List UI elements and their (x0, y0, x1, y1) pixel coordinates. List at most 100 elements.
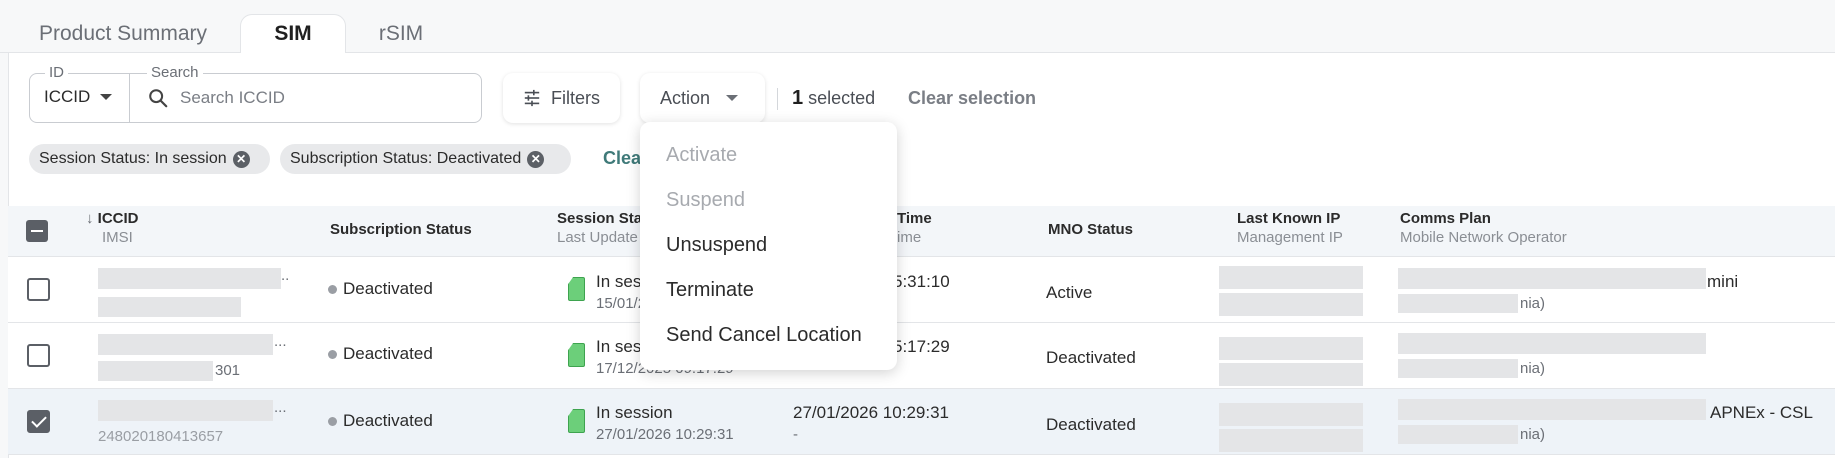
iccid-ellipsis: .. (281, 267, 290, 284)
sliders-icon (524, 89, 540, 107)
chip-remove-icon[interactable]: ✕ (527, 150, 545, 168)
status-dot-icon (328, 417, 337, 427)
mno-status: Deactivated (1046, 415, 1136, 434)
column-session-label: Session Sta (557, 210, 643, 227)
sort-arrow-icon: ↓ (86, 210, 94, 227)
filters-button[interactable]: Filters (503, 73, 620, 123)
chip-label: Subscription Status: Deactivated (290, 150, 522, 167)
sim-card-icon (568, 277, 585, 301)
selected-label: selected (808, 88, 876, 108)
comms-plan-tail: APNEx - CSL (1710, 403, 1813, 422)
chip-remove-icon[interactable]: ✕ (232, 150, 250, 168)
time-value: 5:31:10 (893, 272, 950, 291)
subscription-status-text: Deactivated (343, 279, 433, 298)
subscription-status-text: Deactivated (343, 344, 433, 363)
filter-chip-subscription-status: Subscription Status: Deactivated ✕ (280, 144, 571, 174)
mno-status: Deactivated (1046, 348, 1136, 367)
menu-item-activate: Activate (666, 144, 738, 166)
status-dot-icon (328, 285, 337, 295)
session-last-update: 15/01/2 (596, 295, 647, 312)
column-time-label: Time (897, 210, 932, 227)
mno-status: Active (1046, 283, 1093, 302)
select-all-checkbox[interactable] (26, 220, 48, 242)
column-header-time[interactable]: Time ime (897, 210, 932, 246)
subscription-status: Deactivated (328, 411, 433, 431)
filters-label: Filters (551, 87, 600, 108)
iccid-ellipsis: ... (274, 399, 287, 416)
table-row[interactable]: ... 248020180413657 Deactivated In sessi… (8, 389, 1835, 455)
clear-selection-button[interactable]: Clear selection (908, 88, 1036, 109)
id-type-value: ICCID (44, 87, 91, 106)
tab-rsim[interactable]: rSIM (356, 14, 446, 54)
id-search-field: ID Search ICCID (29, 64, 482, 123)
menu-item-suspend: Suspend (666, 189, 745, 211)
column-header-last-known-ip[interactable]: Last Known IP Management IP (1237, 210, 1343, 246)
sim-card-icon (568, 409, 585, 433)
session-status: In session (596, 403, 673, 422)
table-row[interactable]: ... 301 Deactivated In sess 17/12/2025 0… (8, 323, 1835, 389)
redacted-operator (1398, 359, 1518, 378)
filter-chip-session-status: Session Status: In session ✕ (29, 144, 270, 174)
operator-tail: nia) (1520, 295, 1546, 312)
iccid-ellipsis: ... (274, 333, 287, 350)
redacted-comms-plan (1398, 399, 1706, 420)
sim-card-icon (568, 343, 585, 367)
tab-product-summary[interactable]: Product Summary (18, 14, 228, 54)
redacted-iccid (98, 400, 273, 421)
redacted-iccid (98, 334, 273, 355)
tab-bar: Product Summary SIM rSIM (0, 0, 1835, 54)
row-checkbox[interactable] (27, 410, 50, 433)
column-header-mno-status[interactable]: MNO Status (1048, 221, 1133, 238)
tab-sim[interactable]: SIM (240, 14, 346, 54)
imsi-value: 248020180413657 (98, 428, 224, 445)
operator-tail: nia) (1520, 360, 1546, 377)
redacted-comms-plan (1398, 268, 1706, 289)
redacted-management-ip (1219, 293, 1363, 316)
subscription-status: Deactivated (328, 344, 433, 364)
redacted-ip (1219, 337, 1363, 360)
time-value: 27/01/2026 10:29:31 (793, 403, 949, 422)
caret-down-icon (726, 95, 739, 101)
column-header-comms-plan[interactable]: Comms Plan Mobile Network Operator (1400, 210, 1567, 246)
time-value: 5:17:29 (893, 337, 950, 356)
redacted-imsi (98, 297, 241, 317)
redacted-management-ip (1219, 429, 1363, 452)
caret-down-icon (100, 94, 113, 100)
menu-item-send-cancel-location[interactable]: Send Cancel Location (666, 324, 862, 347)
column-operator-label: Mobile Network Operator (1400, 229, 1567, 246)
session-last-update: 27/01/2026 10:29:31 (596, 426, 734, 443)
menu-item-unsuspend[interactable]: Unsuspend (666, 234, 767, 257)
row-checkbox[interactable] (27, 344, 50, 367)
id-legend: ID (45, 64, 68, 81)
time-sub-value: - (793, 426, 798, 443)
status-dot-icon (328, 350, 337, 360)
action-button[interactable]: Action (640, 73, 765, 123)
column-header-iccid[interactable]: ↓ ICCID IMSI (86, 210, 139, 246)
toolbar-divider (777, 88, 778, 110)
clear-all-filters-link[interactable]: Clea (603, 148, 641, 169)
redacted-ip (1219, 403, 1363, 426)
operator-tail: nia) (1520, 426, 1546, 443)
id-type-select[interactable]: ICCID (44, 87, 113, 107)
subscription-status: Deactivated (328, 279, 433, 299)
imsi-tail: 301 (215, 362, 241, 379)
redacted-operator (1398, 425, 1518, 444)
field-divider (129, 73, 130, 123)
row-checkbox[interactable] (27, 278, 50, 301)
search-icon (149, 89, 168, 108)
menu-item-terminate[interactable]: Terminate (666, 279, 754, 302)
comms-plan-tail: mini (1707, 272, 1739, 291)
search-input[interactable] (180, 85, 470, 111)
table-row[interactable]: .. Deactivated In sessi 15/01/2 5:31:10 … (8, 257, 1835, 323)
redacted-imsi (98, 361, 213, 381)
column-header-session-status[interactable]: Session Sta Last Update (557, 210, 642, 246)
column-ip-label: Last Known IP (1237, 210, 1341, 227)
column-plan-label: Comms Plan (1400, 210, 1491, 227)
redacted-comms-plan (1398, 333, 1706, 354)
selection-count: 1 selected (792, 87, 875, 110)
action-menu: Activate Suspend Unsuspend Terminate Sen… (640, 122, 897, 370)
subscription-status-text: Deactivated (343, 411, 433, 430)
column-header-subscription-status[interactable]: Subscription Status (330, 221, 472, 238)
column-time-sub-label: ime (897, 229, 922, 246)
column-iccid-label: ICCID (97, 210, 139, 227)
